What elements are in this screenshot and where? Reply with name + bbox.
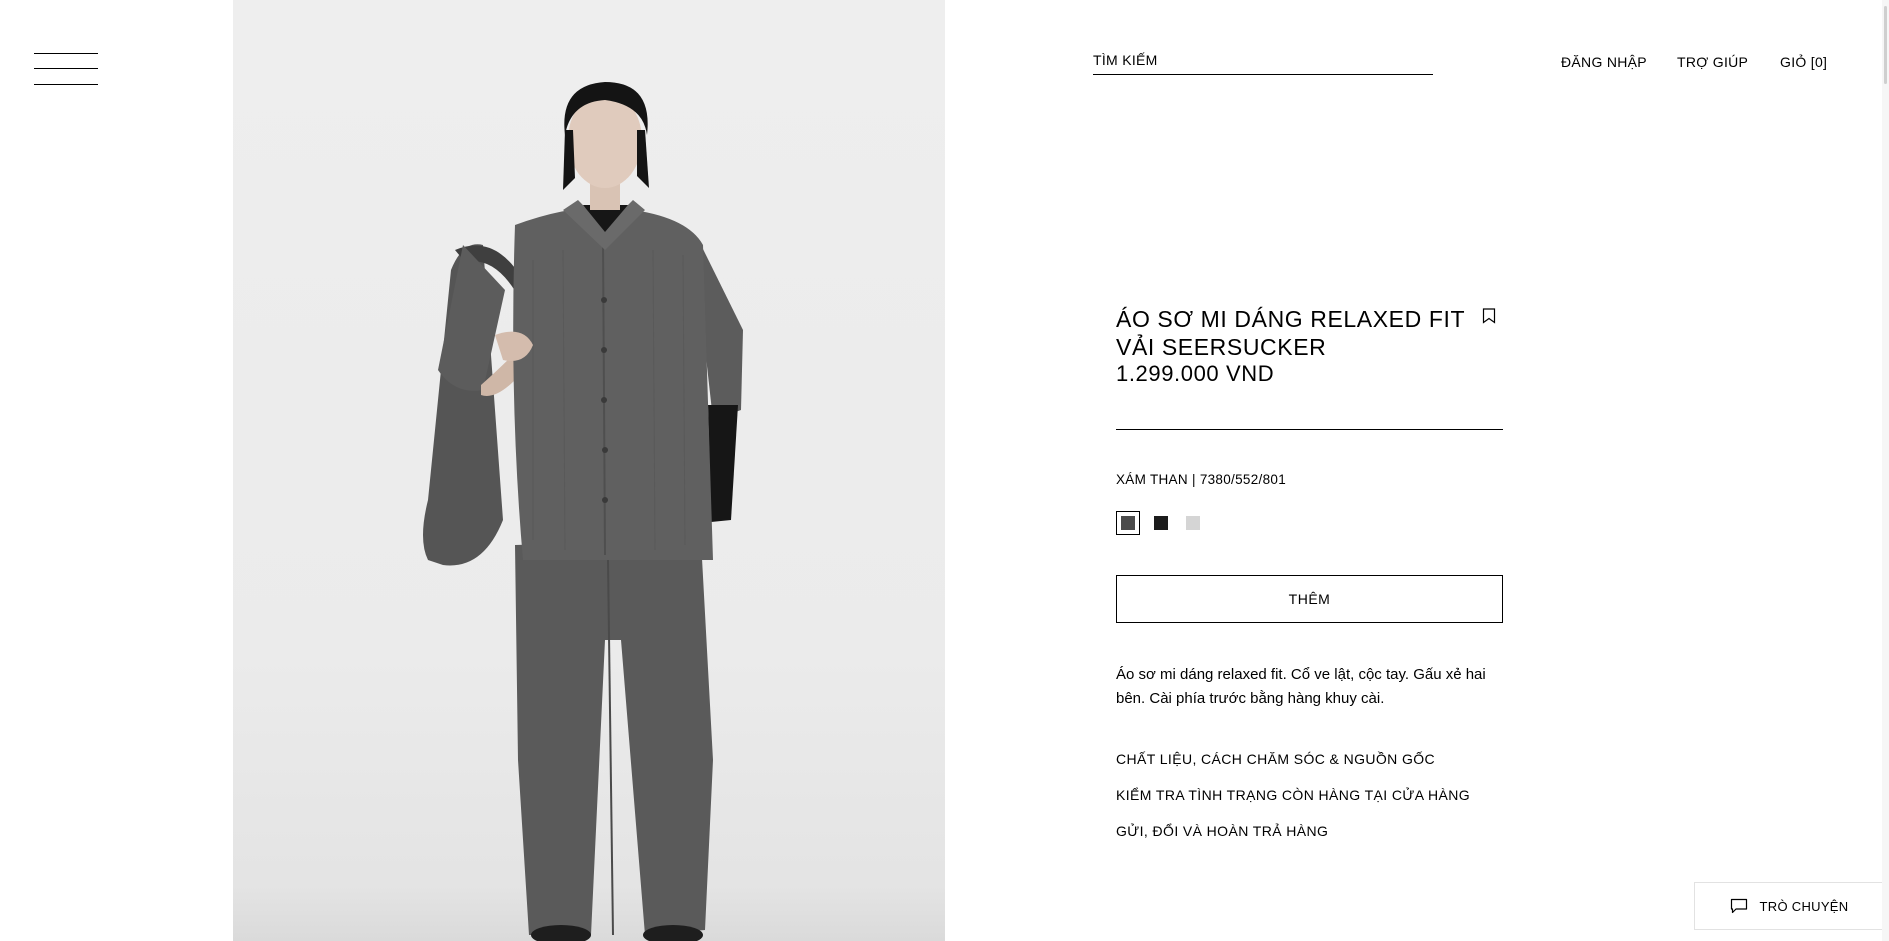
- store-availability-link[interactable]: KIỂM TRA TÌNH TRẠNG CÒN HÀNG TẠI CỬA HÀN…: [1116, 787, 1470, 803]
- chat-bubble-icon: [1730, 898, 1747, 914]
- help-link[interactable]: TRỢ GIÚP: [1677, 54, 1748, 70]
- page-scrollbar[interactable]: [1882, 0, 1889, 941]
- scrollbar-thumb[interactable]: [1884, 6, 1887, 84]
- add-to-cart-button[interactable]: THÊM: [1116, 575, 1503, 623]
- menu-line: [34, 53, 98, 54]
- search-label: TÌM KIẾM: [1093, 52, 1158, 68]
- menu-line: [34, 68, 98, 69]
- model-illustration: [233, 82, 945, 941]
- hamburger-menu-icon[interactable]: [34, 52, 100, 88]
- product-price: 1.299.000 VND: [1116, 361, 1275, 386]
- login-link[interactable]: ĐĂNG NHẬP: [1561, 54, 1647, 70]
- swatch-fill: [1121, 516, 1135, 530]
- color-and-sku: XÁM THAN | 7380/552/801: [1116, 472, 1287, 487]
- product-title: ÁO SƠ MI DÁNG RELAXED FIT VẢI SEERSUCKER: [1116, 306, 1465, 360]
- chat-label: TRÒ CHUYỆN: [1759, 898, 1849, 914]
- bookmark-glyph: [1482, 308, 1496, 324]
- menu-line: [34, 84, 98, 85]
- bookmark-icon[interactable]: [1482, 308, 1496, 324]
- color-swatch-light-grey[interactable]: [1186, 516, 1200, 530]
- cart-link[interactable]: GIỎ [0]: [1780, 54, 1827, 70]
- product-description: Áo sơ mi dáng relaxed fit. Cổ ve lật, cộ…: [1116, 666, 1486, 707]
- color-swatch-charcoal[interactable]: [1116, 511, 1140, 535]
- shipping-returns-link[interactable]: GỬI, ĐỔI VÀ HOÀN TRẢ HÀNG: [1116, 823, 1328, 839]
- color-swatch-black[interactable]: [1154, 516, 1168, 530]
- product-image[interactable]: [233, 0, 945, 941]
- search-input[interactable]: TÌM KIẾM: [1093, 52, 1433, 75]
- materials-care-origin-link[interactable]: CHẤT LIỆU, CÁCH CHĂM SÓC & NGUỒN GỐC: [1116, 751, 1435, 767]
- divider: [1116, 429, 1503, 430]
- chat-button[interactable]: TRÒ CHUYỆN: [1694, 882, 1884, 930]
- add-to-cart-label: THÊM: [1288, 591, 1331, 607]
